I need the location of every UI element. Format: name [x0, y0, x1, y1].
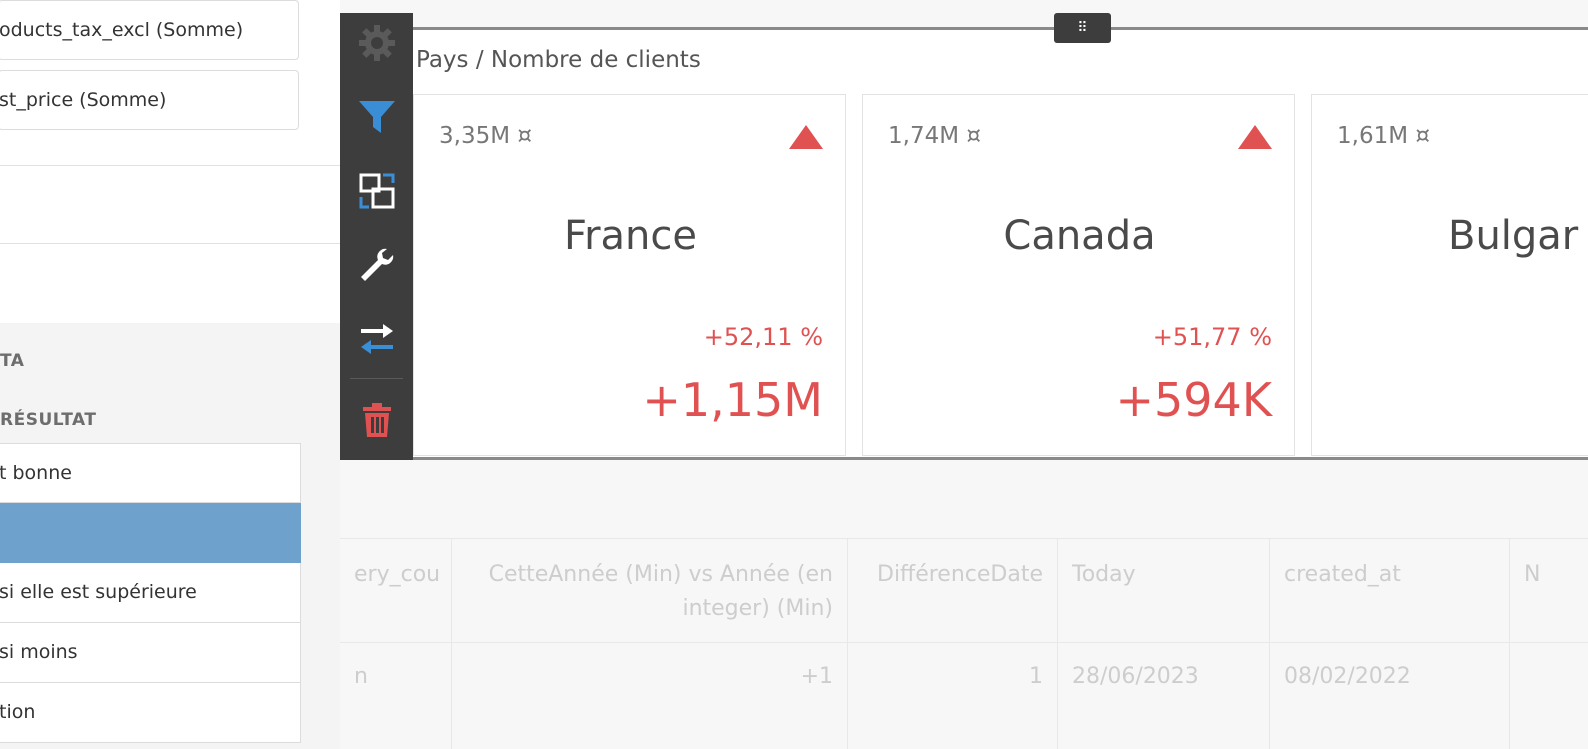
option-if-less[interactable]: si moins — [0, 623, 301, 683]
column-header: Today — [1058, 538, 1270, 642]
background-grid: ery_cou CetteAnnée (Min) vs Année (en in… — [340, 538, 1588, 749]
drag-handle[interactable]: ⠿ — [1054, 13, 1111, 43]
card-delta: +594K — [1115, 373, 1272, 427]
field-products-tax-excl[interactable]: oducts_tax_excl (Somme) — [0, 0, 299, 60]
toolbar-separator — [350, 378, 403, 379]
trend-up-icon — [1238, 125, 1272, 149]
section-heading-result: RÉSULTAT — [0, 410, 97, 430]
row-divider — [340, 538, 1588, 539]
field-panel: oducts_tax_excl (Somme) st_price (Somme)… — [0, 0, 340, 749]
filter-icon[interactable] — [340, 87, 413, 147]
widget-toolbar — [340, 13, 413, 460]
column-header: CetteAnnée (Min) vs Année (en integer) (… — [452, 538, 848, 642]
option-label: t bonne — [0, 462, 72, 484]
card-amount: 3,35M ¤ — [439, 123, 532, 149]
row-divider — [340, 642, 1588, 643]
trend-up-icon — [789, 125, 823, 149]
card-percent: +52,11 % — [703, 323, 823, 351]
card-percent: +51,77 % — [1152, 323, 1272, 351]
field-label: oducts_tax_excl (Somme) — [0, 19, 244, 41]
table-cell: 28/06/2023 — [1058, 642, 1270, 749]
table-cell: n — [340, 642, 452, 749]
column-header: created_at — [1270, 538, 1510, 642]
column-header: N — [1524, 562, 1541, 587]
table-cell — [1510, 642, 1588, 749]
arrows-exchange-icon[interactable] — [340, 309, 413, 369]
card-country: France — [563, 213, 697, 259]
result-options-list: t bonne si elle est supérieure si moins … — [0, 443, 301, 743]
option-label: tion — [0, 701, 36, 723]
option-label: si moins — [0, 641, 78, 663]
table-cell: 08/02/2022 — [1270, 642, 1510, 749]
option-tion[interactable]: tion — [0, 683, 301, 743]
option-if-higher[interactable]: si elle est supérieure — [0, 563, 301, 623]
drag-handle-icon: ⠿ — [1077, 20, 1088, 36]
gear-icon[interactable] — [340, 13, 413, 73]
table-cell: +1 — [452, 642, 848, 749]
divider — [0, 165, 340, 166]
table-cell: 1 — [848, 642, 1058, 749]
option-label: si elle est supérieure — [0, 581, 197, 603]
field-label: st_price (Somme) — [0, 89, 167, 111]
divider — [0, 243, 340, 244]
card-country: Canada — [1003, 213, 1156, 259]
card-delta: +1,15M — [642, 373, 823, 427]
swap-panels-icon[interactable] — [340, 161, 413, 221]
section-heading: TA — [0, 351, 25, 371]
trash-icon[interactable] — [340, 389, 413, 449]
card-amount: 1,61M ¤ — [1337, 123, 1430, 149]
card-country: Bulgar — [1448, 213, 1579, 259]
card-bulgaria[interactable]: 1,61M ¤ Bulgar — [1311, 94, 1588, 456]
option-selected[interactable] — [0, 503, 301, 563]
wrench-icon[interactable] — [340, 235, 413, 295]
column-header: ery_cou — [340, 538, 452, 642]
card-amount: 1,74M ¤ — [888, 123, 981, 149]
card-canada[interactable]: 1,74M ¤ Canada +51,77 % +594K — [862, 94, 1295, 456]
column-header: DifférenceDate — [848, 538, 1058, 642]
option-good[interactable]: t bonne — [0, 443, 301, 503]
widget-title: Pays / Nombre de clients — [416, 47, 701, 73]
card-france[interactable]: 3,35M ¤ France +52,11 % +1,15M — [413, 94, 846, 456]
field-cost-price[interactable]: st_price (Somme) — [0, 70, 299, 130]
